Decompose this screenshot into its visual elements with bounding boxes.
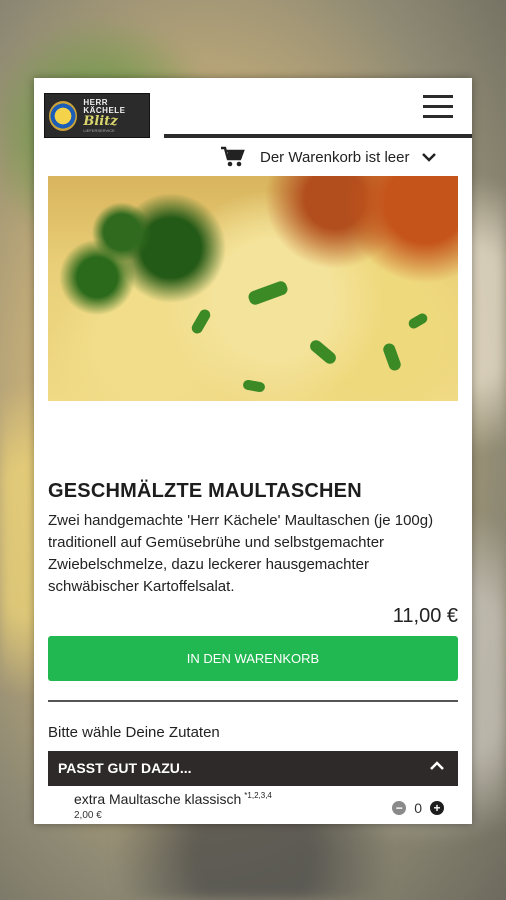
plus-icon[interactable]: + (430, 801, 444, 815)
option-price: 2,00 € (74, 810, 102, 821)
header-divider (164, 134, 472, 138)
cart-status-text: Der Warenkorb ist leer (260, 148, 410, 166)
hamburger-icon[interactable] (423, 94, 453, 120)
option-name: extra Maultasche klassisch (74, 791, 242, 807)
brand-logo[interactable]: HERR KÄCHELE Blitz LIEFERSERVICE (44, 93, 150, 138)
logo-line-3: LIEFERSERVICE (83, 127, 115, 133)
add-to-cart-button[interactable]: IN DEN WARENKORB (48, 636, 458, 681)
dish-title: GESCHMÄLZTE MAULTASCHEN (48, 480, 362, 502)
accordion-passt-gut-dazu[interactable]: PASST GUT DAZU... (48, 751, 458, 786)
product-modal: HERR KÄCHELE Blitz LIEFERSERVICE Der War… (34, 78, 472, 824)
section-divider (48, 700, 458, 702)
cart-summary[interactable]: Der Warenkorb ist leer (220, 146, 436, 168)
dish-description: Zwei handgemachte 'Herr Kächele' Maultas… (48, 512, 434, 595)
ingredients-prompt: Bitte wähle Deine Zutaten (48, 724, 220, 741)
chevron-down-icon (421, 153, 436, 162)
dish-photo (48, 176, 458, 401)
logo-emblem-icon (49, 100, 78, 131)
dish-price: 11,00 € (392, 605, 458, 627)
quantity-value: 0 (414, 800, 422, 816)
cart-icon (221, 146, 245, 167)
accordion-title: PASST GUT DAZU... (58, 760, 192, 776)
quantity-stepper: − 0 + (392, 800, 444, 816)
option-item: extra Maultasche klassisch *1,2,3,4 (74, 791, 272, 807)
chevron-up-icon (430, 761, 444, 770)
logo-line-2: Blitz (83, 113, 118, 129)
minus-icon[interactable]: − (392, 801, 407, 815)
option-notes: *1,2,3,4 (244, 791, 272, 801)
logo-line-1: HERR KÄCHELE (83, 97, 126, 115)
